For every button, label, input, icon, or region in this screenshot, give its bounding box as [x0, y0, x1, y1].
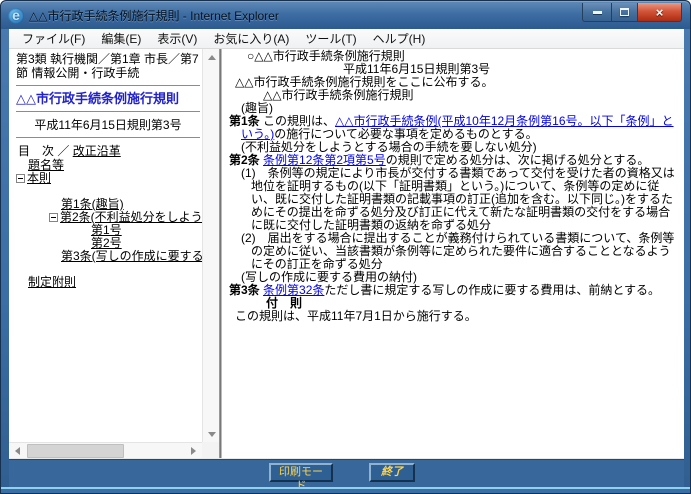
close-button[interactable]: × — [638, 3, 682, 22]
doc-text: (1) 条例等の規定により市長が交付する書類であって交付を受けた者の資格又は地位… — [241, 166, 675, 232]
article-number: 第3条 — [229, 283, 260, 297]
scroll-down-button[interactable] — [203, 426, 219, 442]
doc-text: (趣旨) — [241, 101, 273, 115]
menu-view[interactable]: 表示(V) — [149, 28, 205, 49]
toc-content: 第3類 執行機関／第1章 市長／第7節 情報公開・行政手続 △△市行政手続条例施… — [9, 49, 202, 442]
doc-text: ただし書に規定する写しの作成に要する費用は、前納とする。 — [324, 283, 660, 297]
doc-text: (2) 届出をする場合に提出することが義務付けられている書類について、条例等の定… — [241, 231, 674, 271]
toc-horizontal-scrollbar[interactable] — [9, 442, 202, 458]
menu-favorites[interactable]: お気に入り(A) — [205, 28, 297, 49]
document-link[interactable]: 条例第32条 — [263, 283, 324, 297]
article-number: 第2条 — [229, 153, 260, 167]
article-number: 第1条 — [229, 114, 260, 128]
print-mode-button[interactable]: 印刷モード — [269, 463, 333, 482]
toc-history-link[interactable]: 改正沿革 — [73, 144, 121, 158]
doc-text: の施行について必要な事項を定めるものとする。 — [274, 127, 537, 141]
menu-file[interactable]: ファイル(F) — [14, 28, 93, 49]
doc-text: 平成11年6月15日規則第3号 — [343, 62, 490, 76]
menu-tools[interactable]: ツール(T) — [297, 28, 364, 49]
toc-item-art3[interactable]: 第3条(写しの作成に要する費用( — [61, 250, 202, 263]
browser-window: e △△市行政手続条例施行規則 - Internet Explorer × ファ… — [0, 0, 691, 494]
tree-collapse-icon[interactable] — [49, 213, 58, 222]
toc-separator: ／ — [57, 144, 69, 158]
toc-item-seitei-fusoku[interactable]: 制定附則 — [28, 276, 76, 289]
window-bottom-border — [1, 487, 690, 494]
scrollbar-corner — [202, 442, 219, 458]
toc-item-honsoku[interactable]: 本則 — [27, 172, 51, 185]
scroll-right-icon — [191, 447, 196, 455]
toc-row: 第3条(写しの作成に要する費用( — [16, 250, 200, 263]
doc-subtitle: △△市行政手続条例施行規則 — [263, 89, 681, 102]
doc-text: △△市行政手続条例施行規則 — [263, 88, 413, 102]
doc-item-1: (1) 条例等の規定により市長が交付する書類であって交付を受けた者の資格又は地位… — [229, 167, 681, 232]
close-icon: × — [656, 6, 664, 19]
tree-collapse-icon[interactable] — [16, 174, 25, 183]
scroll-up-icon — [208, 55, 216, 60]
scroll-right-button[interactable] — [185, 443, 202, 458]
doc-article-1: 第1条 この規則は、△△市行政手続条例(平成10年12月条例第16号。以下「条例… — [229, 115, 681, 141]
toc-title: 目 次 — [18, 144, 54, 158]
menu-edit[interactable]: 編集(E) — [93, 28, 149, 49]
doc-text: この規則は、平成11年7月1日から施行する。 — [235, 309, 477, 323]
document-link[interactable]: 条例第12条第2項第5号 — [263, 153, 386, 167]
scroll-up-button[interactable] — [203, 49, 219, 65]
toc-header: 目 次 ／ 改正沿革 — [18, 144, 200, 158]
footer-bar: 印刷モード 終了 — [9, 458, 684, 487]
scroll-down-icon — [208, 432, 216, 437]
doc-text: △△市行政手続条例施行規則をここに公布する。 — [235, 75, 493, 89]
maximize-button[interactable] — [611, 3, 638, 22]
sidebar-title: △△市行政手続条例施行規則 — [16, 92, 200, 106]
horizontal-scroll-thumb[interactable] — [27, 444, 124, 458]
maximize-icon — [620, 8, 629, 16]
exit-button[interactable]: 終了 — [369, 463, 415, 482]
window-controls: × — [582, 3, 682, 22]
toc-list: 題名等本則第1条(趣旨)第2条(不利益処分をしようとする第1号第2号第3条(写し… — [16, 159, 200, 289]
doc-text: (不利益処分をしようとする場合の手続を要しない処分) — [241, 140, 537, 154]
toc-item-art2[interactable]: 第2条(不利益処分をしようとする — [60, 211, 202, 224]
toc-frame: 第3類 執行機関／第1章 市長／第7節 情報公開・行政手続 △△市行政手続条例施… — [9, 49, 219, 458]
divider-rule — [16, 111, 200, 113]
scroll-left-icon — [15, 447, 20, 455]
breadcrumb: 第3類 執行機関／第1章 市長／第7節 情報公開・行政手続 — [16, 52, 200, 80]
menu-help[interactable]: ヘルプ(H) — [365, 28, 434, 49]
sidebar-reg-number: 平成11年6月15日規則第3号 — [16, 118, 200, 132]
doc-text: この規則は、 — [260, 114, 335, 128]
toc-vertical-scrollbar[interactable] — [202, 49, 219, 442]
toc-row: 制定附則 — [16, 276, 200, 289]
article-number: 付 則 — [266, 296, 302, 310]
doc-text: の規則で定める処分は、次に掲げる処分とする。 — [386, 153, 650, 167]
minimize-icon — [593, 11, 602, 14]
document-frame: ○△△市行政手続条例施行規則平成11年6月15日規則第3号△△市行政手続条例施行… — [222, 49, 684, 458]
doc-fusoku-body: この規則は、平成11年7月1日から施行する。 — [235, 310, 681, 323]
doc-text: ○△△市行政手続条例施行規則 — [247, 49, 405, 63]
toc-row: 本則 — [16, 172, 200, 185]
scroll-left-button[interactable] — [9, 443, 26, 458]
minimize-button[interactable] — [582, 3, 611, 22]
doc-text: (写しの作成に要する費用の納付) — [241, 270, 417, 284]
window-title: △△市行政手続条例施行規則 - Internet Explorer — [29, 7, 279, 24]
internet-explorer-icon: e — [8, 8, 24, 24]
menu-bar: ファイル(F)編集(E)表示(V)お気に入り(A)ツール(T)ヘルプ(H) — [9, 29, 684, 49]
divider-rule — [16, 85, 200, 87]
doc-item-2: (2) 届出をする場合に提出することが義務付けられている書類について、条例等の定… — [229, 232, 681, 271]
title-bar[interactable]: e △△市行政手続条例施行規則 - Internet Explorer × — [1, 1, 690, 29]
divider-rule — [16, 137, 200, 139]
